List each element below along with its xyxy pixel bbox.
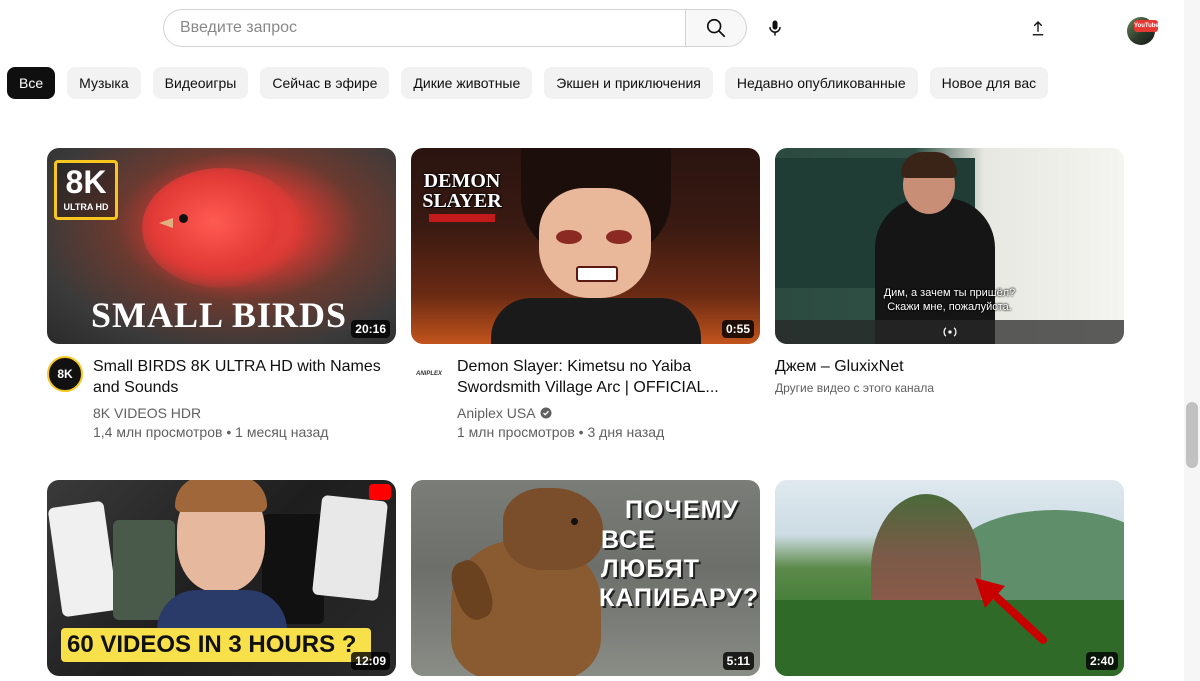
video-thumbnail[interactable]: Дим, а зачем ты пришёл? Скажи мне, пожал… <box>775 148 1124 344</box>
thumbnail-text: 60 VIDEOS IN 3 HOURS ? <box>67 631 357 658</box>
duration-badge: 20:16 <box>351 320 390 338</box>
channel-avatar[interactable]: ANIPLEX <box>411 356 447 392</box>
upload-button[interactable] <box>1020 10 1056 46</box>
chip-recently-uploaded[interactable]: Недавно опубликованные <box>724 67 918 99</box>
video-meta: 8K Small BIRDS 8K ULTRA HD with Names an… <box>47 356 396 446</box>
video-card[interactable]: DEMON SLAYER 0:55 ANIPLEX Demon Slayer: … <box>411 148 760 446</box>
voice-search-button[interactable] <box>756 9 794 47</box>
chip-action-adventure[interactable]: Экшен и приключения <box>544 67 713 99</box>
side-panel-left <box>47 500 119 618</box>
mix-overlay <box>775 320 1124 344</box>
youtube-logo-small <box>369 484 391 500</box>
duration-badge: 5:11 <box>722 652 754 670</box>
person-hair <box>901 152 957 178</box>
video-meta: ANIPLEX Demon Slayer: Kimetsu no Yaiba S… <box>411 356 760 446</box>
8k-badge-main: 8K <box>65 164 107 200</box>
channel-avatar-label: ANIPLEX <box>415 371 442 377</box>
demon-slayer-logo: DEMON SLAYER <box>421 170 503 232</box>
video-title[interactable]: Джем – GluxixNet <box>775 356 1075 377</box>
mix-subtitle[interactable]: Другие видео с этого канала <box>775 381 1075 395</box>
chip-music[interactable]: Музыка <box>67 67 141 99</box>
8k-badge: 8K ULTRA HD <box>54 160 118 220</box>
character-body <box>491 298 701 344</box>
video-meta: Джем – GluxixNet Другие видео с этого ка… <box>775 356 1124 446</box>
logo-line-2: SLAYER <box>422 190 502 212</box>
bird-eye <box>179 214 188 223</box>
capybara-head <box>503 488 603 570</box>
verified-icon <box>540 407 552 419</box>
video-title[interactable]: Small BIRDS 8K ULTRA HD with Names and S… <box>93 356 393 398</box>
chip-all[interactable]: Все <box>7 67 56 99</box>
chip-wild-animals[interactable]: Дикие животные <box>401 67 533 99</box>
view-count: 1,4 млн просмотров <box>93 424 223 440</box>
thumbnail-text-line-2: ВСЕ ЛЮБЯТ <box>601 526 700 583</box>
video-card[interactable]: 2:40 <box>775 480 1124 676</box>
search-box[interactable] <box>163 9 685 47</box>
thumbnail-text-line-1: ПОЧЕМУ <box>625 496 740 524</box>
search-input[interactable] <box>164 10 685 46</box>
chip-live[interactable]: Сейчас в эфире <box>260 67 390 99</box>
duration-badge: 2:40 <box>1085 652 1118 670</box>
search-icon <box>706 18 726 38</box>
avatar-badge: YouTube <box>1134 20 1159 32</box>
chip-new-for-you[interactable]: Новое для вас <box>929 67 1049 99</box>
video-thumbnail[interactable]: DEMON SLAYER 0:55 <box>411 148 760 344</box>
character-mouth <box>576 266 618 282</box>
character-eye-left <box>556 230 582 244</box>
upload-age: 1 месяц назад <box>235 424 329 440</box>
subtitle-line-2: Скажи мне, пожалуйста. <box>887 301 1012 313</box>
bird-shape <box>142 168 302 288</box>
channel-name[interactable]: Aniplex USA <box>457 404 757 422</box>
bird-beak <box>159 218 173 228</box>
capybara-eye <box>571 518 578 525</box>
duration-badge: 0:55 <box>721 320 754 338</box>
video-thumbnail[interactable]: 8K ULTRA HD SMALL BIRDS 20:16 <box>47 148 396 344</box>
thumbnail-text-line-3: КАПИБАРУ? <box>599 584 760 612</box>
mix-radio-icon <box>943 327 956 337</box>
chip-videogames[interactable]: Видеоигры <box>152 67 249 99</box>
forest-foreground <box>775 600 1124 676</box>
red-arrow-icon <box>975 578 1047 644</box>
filter-chips: Все Музыка Видеоигры Сейчас в эфире Дики… <box>7 67 1049 99</box>
8k-badge-sub: ULTRA HD <box>63 202 109 212</box>
channel-name-label: Aniplex USA <box>457 405 536 421</box>
video-thumbnail[interactable]: ПОЧЕМУ ВСЕ ЛЮБЯТ КАПИБАРУ? 5:11 <box>411 480 760 676</box>
presenter-hair <box>175 480 267 512</box>
scrollbar-thumb[interactable] <box>1186 402 1198 468</box>
microphone-icon <box>769 20 781 36</box>
duration-badge: 12:09 <box>351 652 390 670</box>
subtitle-line-1: Дим, а зачем ты пришёл? <box>883 287 1016 299</box>
character-eye-right <box>606 230 632 244</box>
video-stats: 1 млн просмотров • 3 дня назад <box>457 424 665 440</box>
video-thumbnail[interactable]: 2:40 <box>775 480 1124 676</box>
video-title[interactable]: Demon Slayer: Kimetsu no Yaiba Swordsmit… <box>457 356 757 398</box>
channel-name-label: 8K VIDEOS HDR <box>93 405 202 421</box>
video-card[interactable]: 60 VIDEOS IN 3 HOURS ? 12:09 <box>47 480 396 676</box>
scrollbar-track[interactable] <box>1184 0 1200 681</box>
search-button[interactable] <box>685 9 747 47</box>
video-stats: 1,4 млн просмотров • 1 месяц назад <box>93 424 329 440</box>
channel-avatar-label: 8K <box>57 367 73 381</box>
video-card[interactable]: 8K ULTRA HD SMALL BIRDS 20:16 8K Small B… <box>47 148 396 446</box>
thumbnail-text: SMALL BIRDS <box>91 295 348 335</box>
upload-age: 3 дня назад <box>587 424 665 440</box>
view-count: 1 млн просмотров <box>457 424 575 440</box>
channel-avatar[interactable]: 8K <box>47 356 83 392</box>
video-card[interactable]: ПОЧЕМУ ВСЕ ЛЮБЯТ КАПИБАРУ? 5:11 <box>411 480 760 676</box>
mix-card[interactable]: Дим, а зачем ты пришёл? Скажи мне, пожал… <box>775 148 1124 446</box>
side-panel-far-right <box>311 494 389 602</box>
upload-icon <box>1032 21 1044 36</box>
logo-red-bar <box>429 214 495 222</box>
video-thumbnail[interactable]: 60 VIDEOS IN 3 HOURS ? 12:09 <box>47 480 396 676</box>
channel-name[interactable]: 8K VIDEOS HDR <box>93 404 393 422</box>
